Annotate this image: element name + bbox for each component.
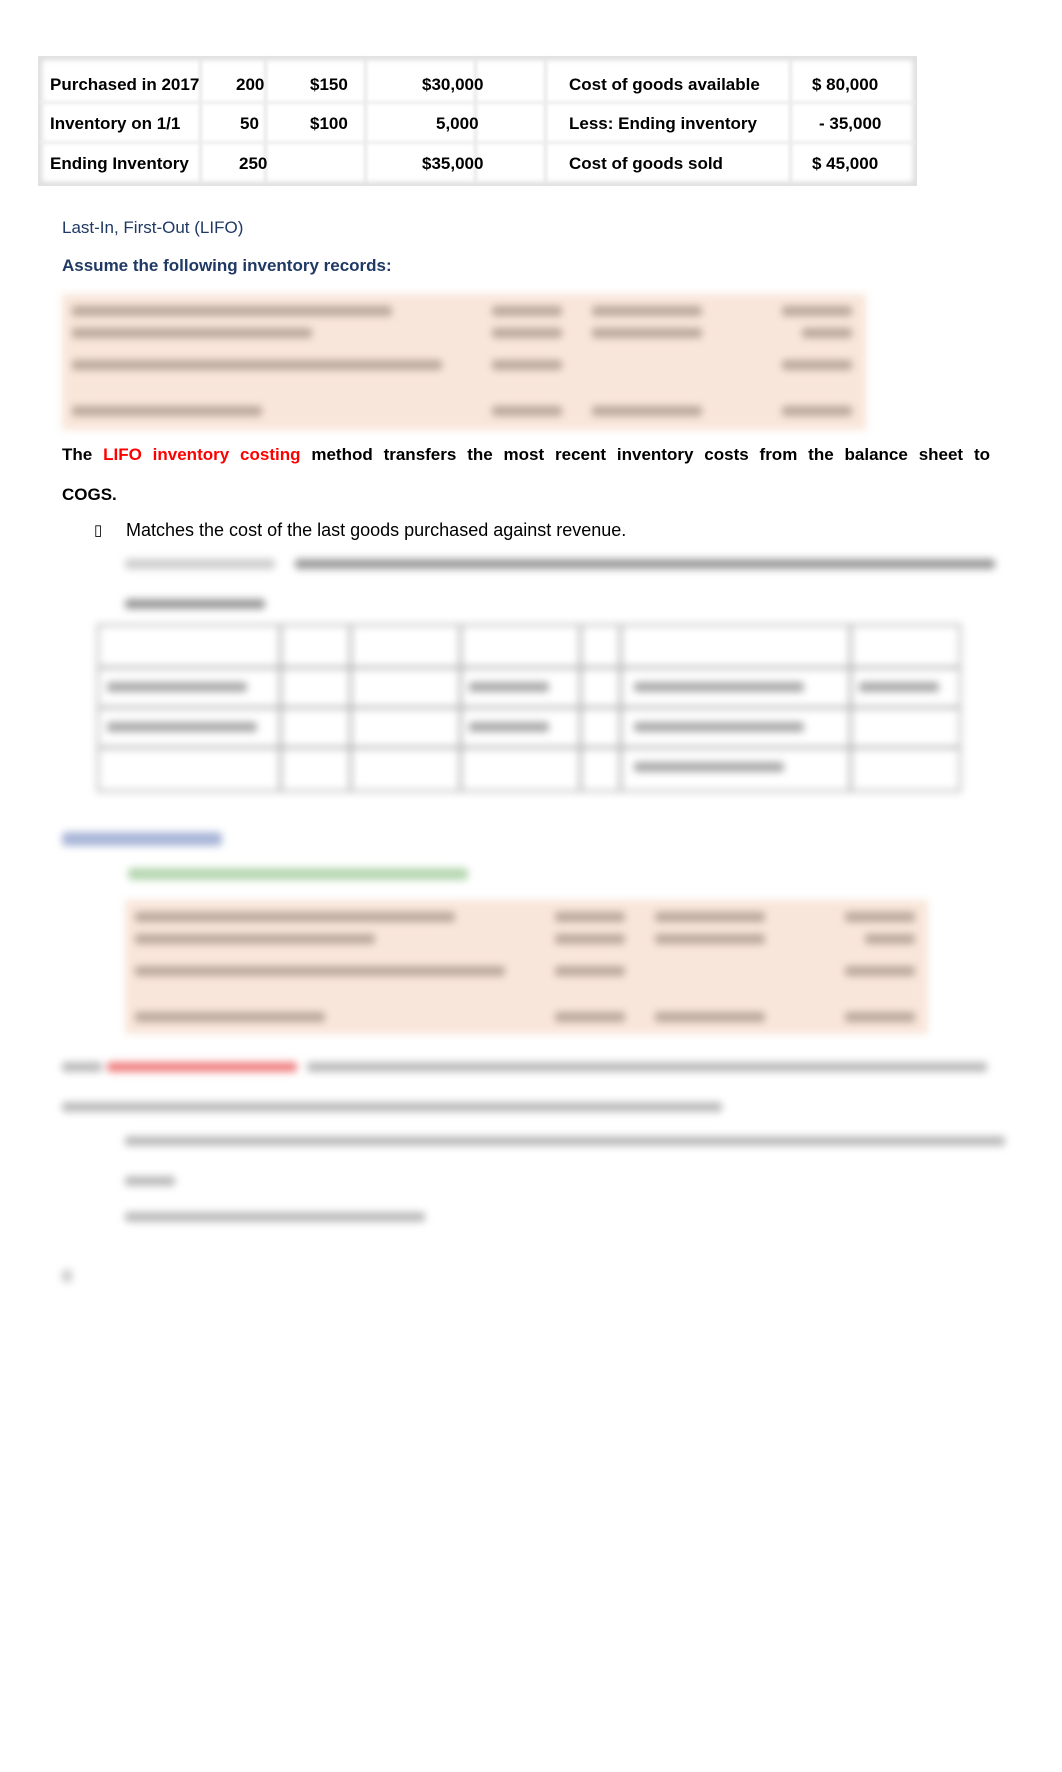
lifo-heading: Last-In, First-Out (LIFO) bbox=[62, 218, 244, 237]
blurred-bullets bbox=[95, 1132, 1005, 1227]
blurred-paragraph bbox=[62, 1058, 992, 1118]
fifo-summary-table: Purchased in 2017 200 $150 $30,000 Cost … bbox=[38, 56, 917, 186]
lifo-paragraph: The LIFO inventory costing method transf… bbox=[62, 445, 990, 464]
blurred-heading bbox=[62, 832, 222, 846]
lifo-highlight: LIFO inventory costing bbox=[103, 445, 301, 464]
bullet-text: Matches the cost of the last goods purch… bbox=[126, 520, 627, 540]
assume-text: Assume the following inventory records: bbox=[62, 256, 392, 275]
document-page: Purchased in 2017 200 $150 $30,000 Cost … bbox=[0, 0, 1062, 1772]
blurred-lifo-table bbox=[97, 624, 961, 792]
blurred-mark bbox=[62, 1270, 72, 1282]
blurred-bullet bbox=[95, 555, 1005, 615]
blurred-inventory-records-2 bbox=[125, 900, 928, 1034]
lifo-paragraph-line2: COGS. bbox=[62, 485, 117, 504]
blurred-bullet bbox=[128, 868, 468, 880]
bullet-icon: ▯ bbox=[94, 522, 103, 539]
blurred-inventory-records bbox=[62, 294, 866, 430]
